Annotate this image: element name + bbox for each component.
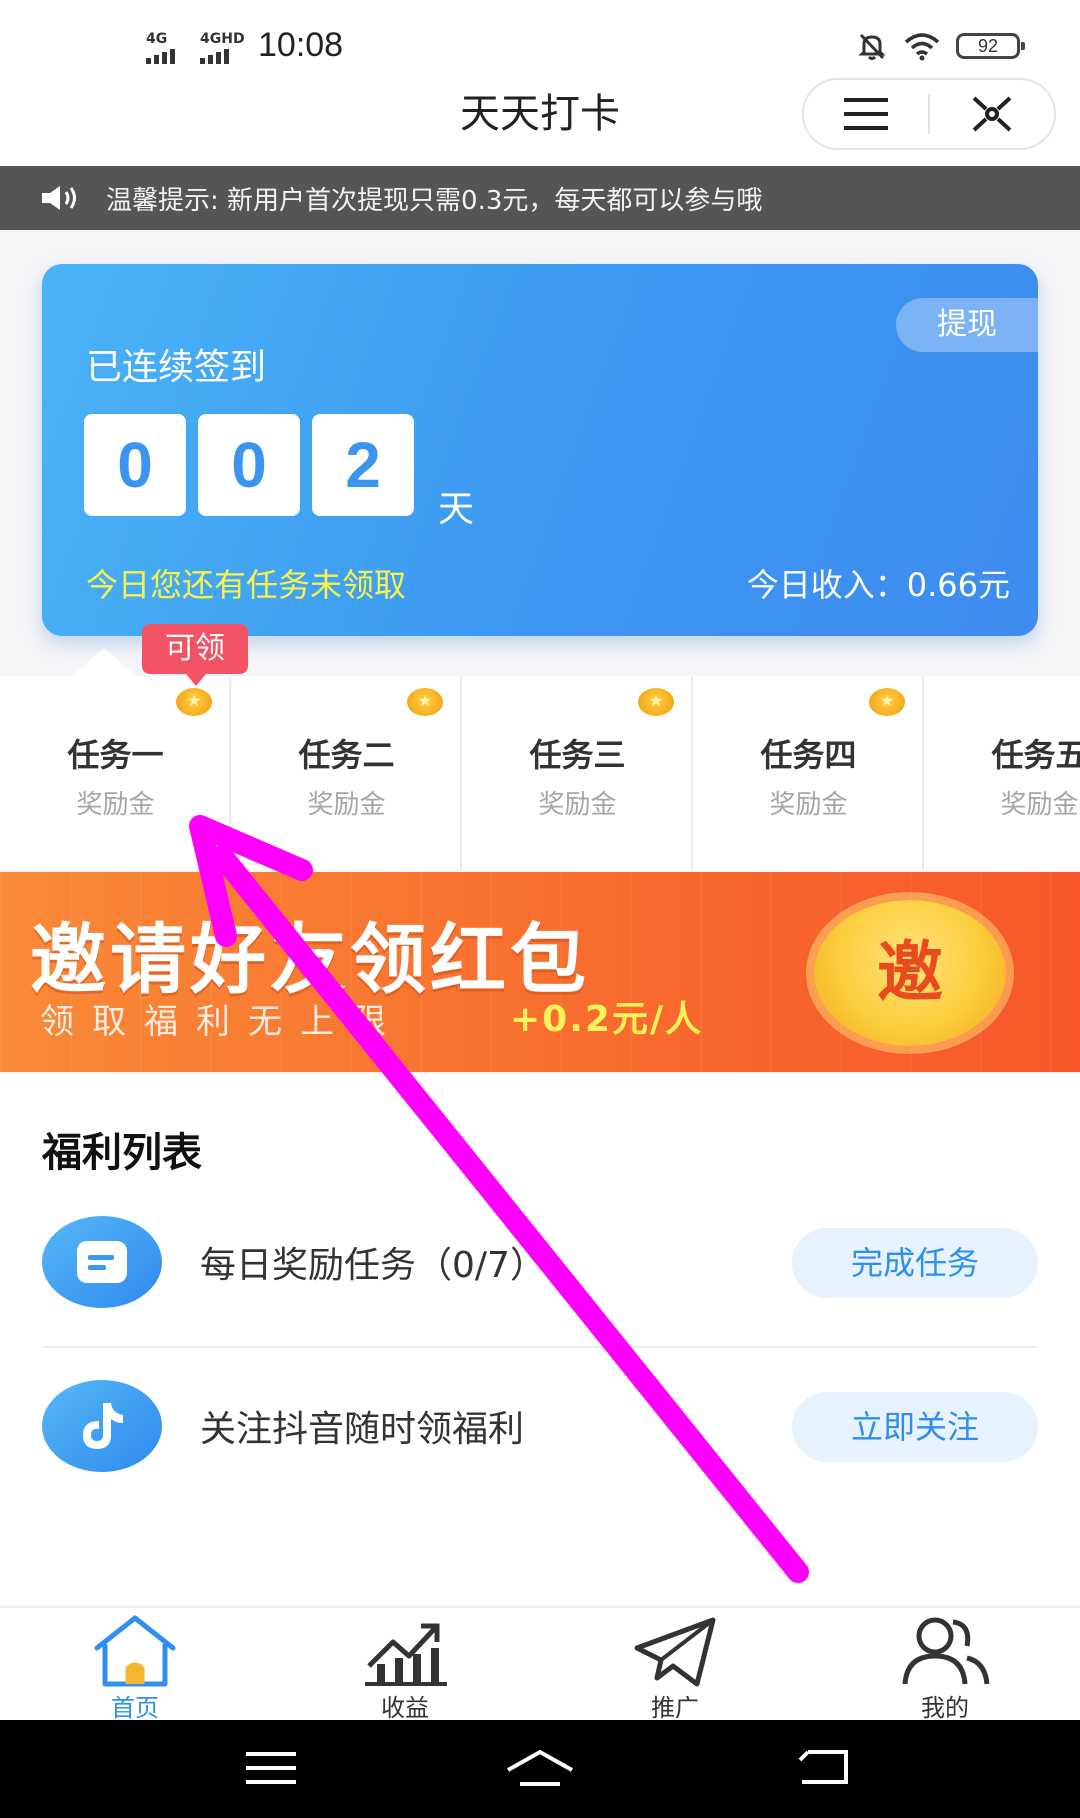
wifi-icon [904, 33, 940, 61]
signal-indicator-1: 4G [146, 32, 175, 64]
speaker-icon [42, 186, 76, 210]
today-income: 今日收入：0.66元 [746, 566, 1010, 604]
task-item-5[interactable]: 任务五 奖励金 [924, 676, 1080, 870]
coin-icon [638, 688, 674, 716]
task-reward: 奖励金 [769, 790, 848, 820]
tab-earnings[interactable]: 收益 [270, 1608, 540, 1722]
coin-icon [176, 688, 212, 716]
complete-task-button[interactable]: 完成任务 [792, 1228, 1038, 1298]
recent-apps-icon[interactable] [246, 1748, 296, 1788]
back-icon[interactable] [796, 1746, 852, 1788]
notice-text: 温馨提示: 新用户首次提现只需0.3元，每天都可以参与哦 [106, 185, 763, 216]
streak-digit: 2 [312, 414, 414, 516]
users-icon [902, 1617, 990, 1685]
task-item-2[interactable]: 任务二 奖励金 [231, 676, 462, 870]
task-item-4[interactable]: 任务四 奖励金 [693, 676, 924, 870]
welfare-section: 福利列表 每日奖励任务（0/7） 完成任务 关注抖音随时领福利 立即关注 [0, 1074, 1080, 1606]
welfare-item-label: 关注抖音随时领福利 [200, 1409, 525, 1450]
close-icon [972, 96, 1012, 132]
pending-task-text: 今日您还有任务未领取 [86, 566, 407, 604]
task-reward: 奖励金 [76, 790, 155, 820]
streak-digit: 0 [198, 414, 300, 516]
task-reward: 奖励金 [538, 790, 617, 820]
status-bar: 4G 4GHD 10:08 92 [0, 0, 1080, 90]
banner-subline: 领取福利无上限 [40, 1002, 404, 1042]
battery-indicator: 92 [956, 33, 1025, 59]
tab-label: 收益 [381, 1694, 429, 1722]
welfare-item-label: 每日奖励任务（0/7） [200, 1245, 546, 1286]
home-icon [94, 1615, 176, 1687]
tab-home[interactable]: 首页 [0, 1608, 270, 1722]
signal-label-1: 4G [146, 31, 168, 47]
streak-unit: 天 [438, 489, 475, 530]
task-name: 任务四 [760, 736, 857, 774]
system-nav-bar [0, 1720, 1080, 1818]
menu-icon [844, 98, 888, 130]
claimable-badge: 可领 [142, 624, 248, 686]
mute-bell-icon [858, 33, 886, 60]
clock: 10:08 [258, 26, 344, 64]
mini-program-capsule [802, 78, 1056, 150]
section-title: 福利列表 [42, 1130, 202, 1176]
tab-mine[interactable]: 我的 [810, 1608, 1080, 1722]
signal-label-2: 4GHD [200, 31, 245, 47]
notice-bar: 温馨提示: 新用户首次提现只需0.3元，每天都可以参与哦 [0, 166, 1080, 230]
task-list: 任务一 奖励金 任务二 奖励金 任务三 奖励金 任务四 奖励金 任务五 奖励金 [0, 676, 1080, 870]
title-bar: 天天打卡 [0, 78, 1080, 166]
streak-counter: 0 0 2 [84, 414, 414, 516]
task-item-3[interactable]: 任务三 奖励金 [462, 676, 693, 870]
tab-label: 我的 [921, 1694, 969, 1722]
close-button[interactable] [930, 80, 1054, 148]
streak-label: 已连续签到 [86, 347, 267, 388]
invite-banner[interactable]: 邀请好友领红包 领取福利无上限 +0.2元/人 邀 [0, 872, 1080, 1072]
task-reward: 奖励金 [1000, 790, 1079, 820]
task-name: 任务五 [991, 736, 1080, 774]
tab-label: 推广 [651, 1694, 699, 1722]
app-screen: 4G 4GHD 10:08 92 天天打卡 温馨提示: 新用户首次提现只需0.3… [0, 0, 1080, 1818]
invite-button[interactable]: 邀 [814, 900, 1006, 1046]
banner-headline: 邀请好友领红包 [30, 915, 590, 1004]
status-icons: 92 [856, 30, 1025, 62]
list-divider [42, 1346, 1038, 1348]
checkin-card: 提现 已连续签到 0 0 2 天 今日您还有任务未领取 今日收入：0.66元 [42, 264, 1038, 636]
task-item-1[interactable]: 任务一 奖励金 [0, 676, 231, 870]
welfare-item-daily-task: 每日奖励任务（0/7） 完成任务 [42, 1206, 1038, 1326]
task-name: 任务一 [67, 736, 164, 774]
coin-icon [869, 688, 905, 716]
task-name: 任务三 [529, 736, 626, 774]
home-nav-icon[interactable] [504, 1748, 576, 1788]
chart-icon [365, 1623, 447, 1686]
send-icon [634, 1617, 716, 1687]
task-name: 任务二 [298, 736, 395, 774]
withdraw-button[interactable]: 提现 [896, 298, 1038, 352]
follow-button[interactable]: 立即关注 [792, 1392, 1038, 1462]
banner-bonus: +0.2元/人 [510, 999, 704, 1040]
bottom-tab-bar: 首页 收益 推广 我的 [0, 1606, 1080, 1722]
tab-label: 首页 [111, 1694, 159, 1722]
document-icon [42, 1216, 162, 1308]
selected-task-pointer [72, 648, 136, 676]
coin-icon [407, 688, 443, 716]
streak-digit: 0 [84, 414, 186, 516]
tab-promote[interactable]: 推广 [540, 1608, 810, 1722]
signal-indicator-2: 4GHD [200, 32, 245, 64]
task-reward: 奖励金 [307, 790, 386, 820]
tiktok-icon [42, 1380, 162, 1472]
welfare-item-douyin: 关注抖音随时领福利 立即关注 [42, 1370, 1038, 1490]
menu-button[interactable] [804, 80, 928, 148]
